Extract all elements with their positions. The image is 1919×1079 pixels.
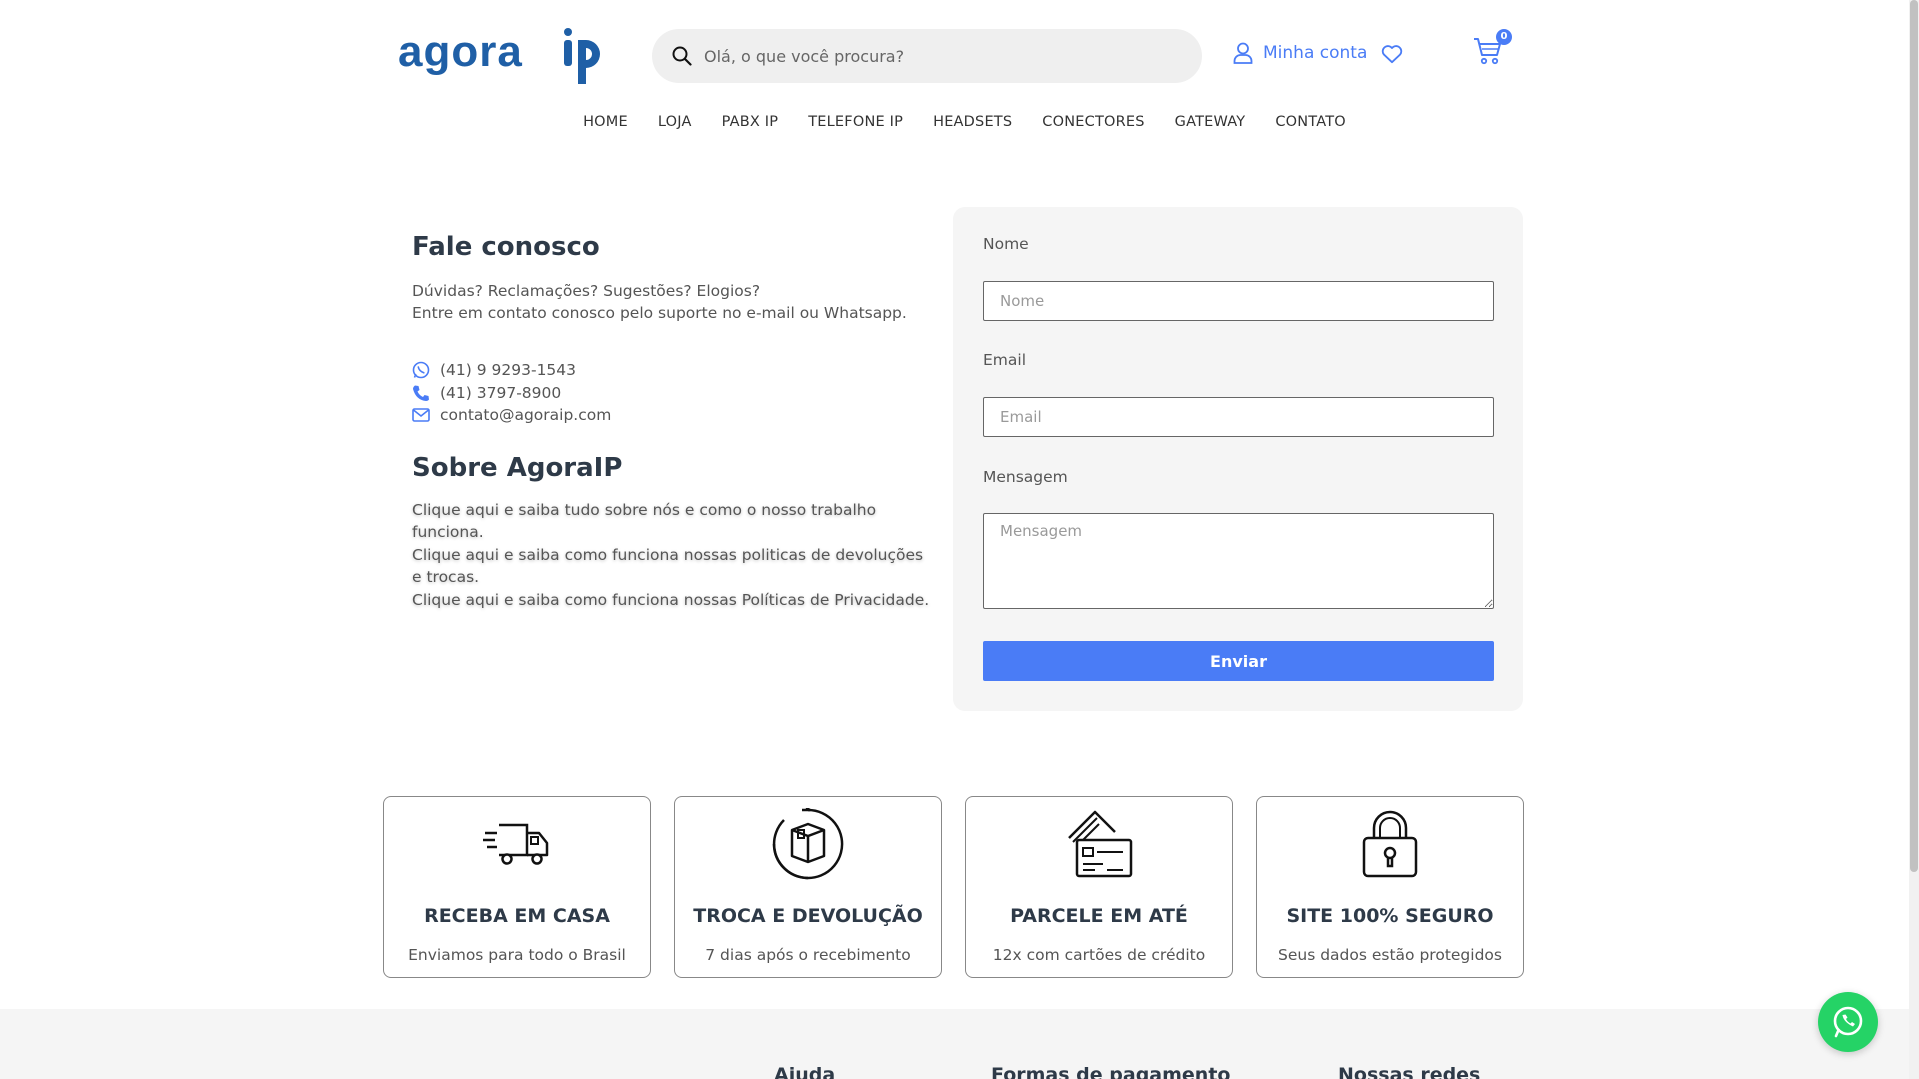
user-icon [1233, 42, 1253, 64]
feature-card-returns: TROCA E DEVOLUÇÃO 7 dias após o recebime… [674, 796, 942, 978]
heart-icon [1381, 45, 1403, 64]
search-bar[interactable] [652, 29, 1202, 83]
nav-item-loja[interactable]: LOJA [658, 114, 692, 130]
nav-item-telefone-ip[interactable]: TELEFONE IP [808, 114, 903, 130]
feature-subtitle: Seus dados estão protegidos [1278, 946, 1502, 964]
whatsapp-contact[interactable]: (41) 9 9293-1543 [412, 359, 932, 382]
whatsapp-icon [412, 361, 430, 379]
page-scrollbar[interactable] [1909, 0, 1919, 1079]
nav-item-gateway[interactable]: GATEWAY [1175, 114, 1246, 130]
credit-card-icon [1068, 810, 1133, 878]
whatsapp-icon [1833, 1006, 1863, 1038]
about-links: Clique aqui e saiba tudo sobre nós e com… [412, 499, 932, 612]
cart-count-badge: 0 [1496, 29, 1512, 45]
main-nav: HOME LOJA PABX IP TELEFONE IP HEADSETS C… [0, 114, 1909, 130]
contact-form: Nome Email Mensagem Enviar [953, 207, 1523, 711]
email-field[interactable] [983, 397, 1494, 437]
search-input[interactable] [704, 46, 1164, 66]
about-link-privacy[interactable]: Clique aqui e saiba como funciona nossas… [412, 589, 932, 612]
account-link[interactable]: Minha conta [1233, 42, 1367, 64]
footer [0, 1009, 1909, 1079]
account-label: Minha conta [1263, 43, 1368, 63]
email-contact[interactable]: contato@agoraip.com [412, 404, 932, 427]
feature-title: TROCA E DEVOLUÇÃO [693, 905, 923, 927]
contact-intro-line1: Dúvidas? Reclamações? Sugestões? Elogios… [412, 282, 761, 300]
email-address: contato@agoraip.com [440, 406, 612, 425]
feature-title: SITE 100% SEGURO [1286, 905, 1494, 927]
agoraip-logo-graphic: agora [398, 27, 600, 84]
feature-subtitle: 12x com cartões de crédito [992, 946, 1206, 964]
about-link-us[interactable]: Clique aqui e saiba tudo sobre nós e com… [412, 499, 932, 544]
footer-heading-payment: Formas de pagamento [991, 1064, 1231, 1079]
nav-item-home[interactable]: HOME [583, 114, 628, 130]
feature-card-installments: PARCELE EM ATÉ 12x com cartões de crédit… [965, 796, 1233, 978]
wishlist-button[interactable] [1381, 44, 1403, 68]
contact-intro-line2: Entre em contato conosco pelo suporte no… [412, 304, 907, 322]
feature-card-delivery: RECEBA EM CASA Enviamos para todo o Bras… [383, 796, 651, 978]
phone-contact[interactable]: (41) 3797-8900 [412, 382, 932, 405]
return-box-icon [772, 808, 844, 880]
delivery-truck-icon [483, 823, 549, 865]
scrollbar-thumb[interactable] [1910, 0, 1918, 872]
message-field[interactable] [983, 513, 1494, 609]
footer-heading-social: Nossas redes [1338, 1064, 1481, 1079]
footer-heading-help: Ajuda [774, 1064, 836, 1079]
whatsapp-chat-button[interactable] [1818, 992, 1878, 1052]
feature-title: PARCELE EM ATÉ [1010, 905, 1188, 927]
nav-item-headsets[interactable]: HEADSETS [933, 114, 1012, 130]
feature-subtitle: 7 dias após o recebimento [705, 946, 911, 964]
padlock-icon [1362, 810, 1418, 878]
about-link-returns[interactable]: Clique aqui e saiba como funciona nossas… [412, 544, 932, 589]
feature-card-security: SITE 100% SEGURO Seus dados estão proteg… [1256, 796, 1524, 978]
nav-item-contato[interactable]: CONTATO [1275, 114, 1346, 130]
envelope-icon [412, 408, 430, 423]
phone-icon [413, 385, 429, 401]
phone-number: (41) 3797-8900 [440, 383, 562, 402]
contact-title: Fale conosco [412, 232, 600, 262]
contact-info-section: Fale conosco Dúvidas? Reclamações? Suges… [412, 232, 932, 611]
feature-title: RECEBA EM CASA [424, 905, 610, 927]
nav-item-conectores[interactable]: CONECTORES [1042, 114, 1144, 130]
agoraip-logo[interactable]: agora [398, 26, 608, 84]
name-label: Nome [983, 235, 1029, 253]
about-title: Sobre AgoraIP [412, 452, 623, 483]
name-field[interactable] [983, 281, 1494, 321]
submit-button[interactable]: Enviar [983, 641, 1494, 681]
feature-subtitle: Enviamos para todo o Brasil [408, 946, 626, 964]
svg-text:agora: agora [398, 27, 523, 76]
whatsapp-number: (41) 9 9293-1543 [440, 361, 577, 380]
message-label: Mensagem [983, 468, 1068, 486]
email-label: Email [983, 351, 1027, 369]
search-icon [672, 46, 692, 66]
nav-item-pabx-ip[interactable]: PABX IP [722, 114, 779, 130]
